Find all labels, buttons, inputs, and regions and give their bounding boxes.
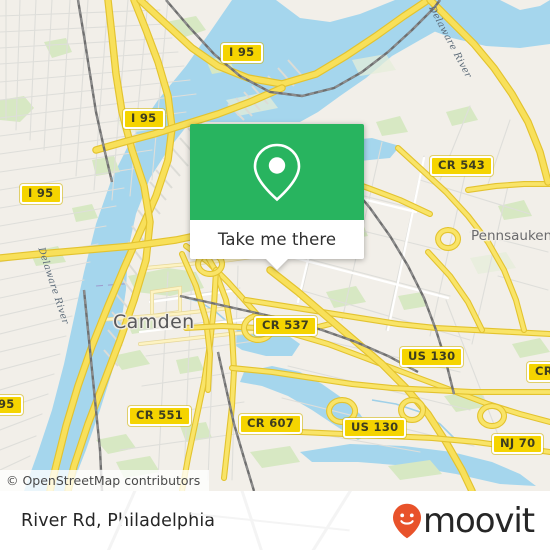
road-shield-us130-lower[interactable]: US 130 (343, 418, 407, 438)
road-shield-cr543[interactable]: CR 543 (430, 156, 494, 176)
map-popup-card[interactable]: Take me there (190, 124, 364, 270)
road-shield-nj70[interactable]: NJ 70 (492, 434, 544, 454)
osm-attribution[interactable]: © OpenStreetMap contributors (0, 470, 210, 491)
popup-action-bar[interactable]: Take me there (190, 220, 364, 270)
road-shield-i95-top[interactable]: I 95 (221, 43, 263, 63)
road-shield-95-edge[interactable]: 95 (0, 395, 23, 415)
popup-image-placeholder (190, 124, 364, 220)
road-shield-i95-left[interactable]: I 95 (20, 184, 62, 204)
take-me-there-label: Take me there (217, 230, 337, 249)
footer-ghost-road-3 (309, 491, 354, 550)
map-screenshot: .w { fill:#a5d6ed; } .grn { fill:#d7e8c3… (0, 0, 550, 550)
road-shield-cr551[interactable]: CR 551 (128, 406, 192, 426)
popup-tail-pointer (266, 259, 288, 270)
road-shield-cr537[interactable]: CR 537 (254, 316, 318, 336)
moovit-logo[interactable]: moovit (392, 500, 535, 541)
road-shield-cr-edge[interactable]: CR (527, 362, 550, 382)
map-canvas[interactable]: .w { fill:#a5d6ed; } .grn { fill:#d7e8c3… (0, 0, 550, 491)
location-pin-icon (253, 143, 301, 202)
road-shield-us130-upper[interactable]: US 130 (400, 347, 464, 367)
moovit-pin-smiley-icon (392, 503, 421, 538)
moovit-wordmark: moovit (422, 500, 535, 541)
road-shield-cr607[interactable]: CR 607 (239, 414, 303, 434)
footer-bar: River Rd, Philadelphia moovit (0, 491, 550, 550)
road-shield-i95-mid[interactable]: I 95 (123, 109, 165, 129)
